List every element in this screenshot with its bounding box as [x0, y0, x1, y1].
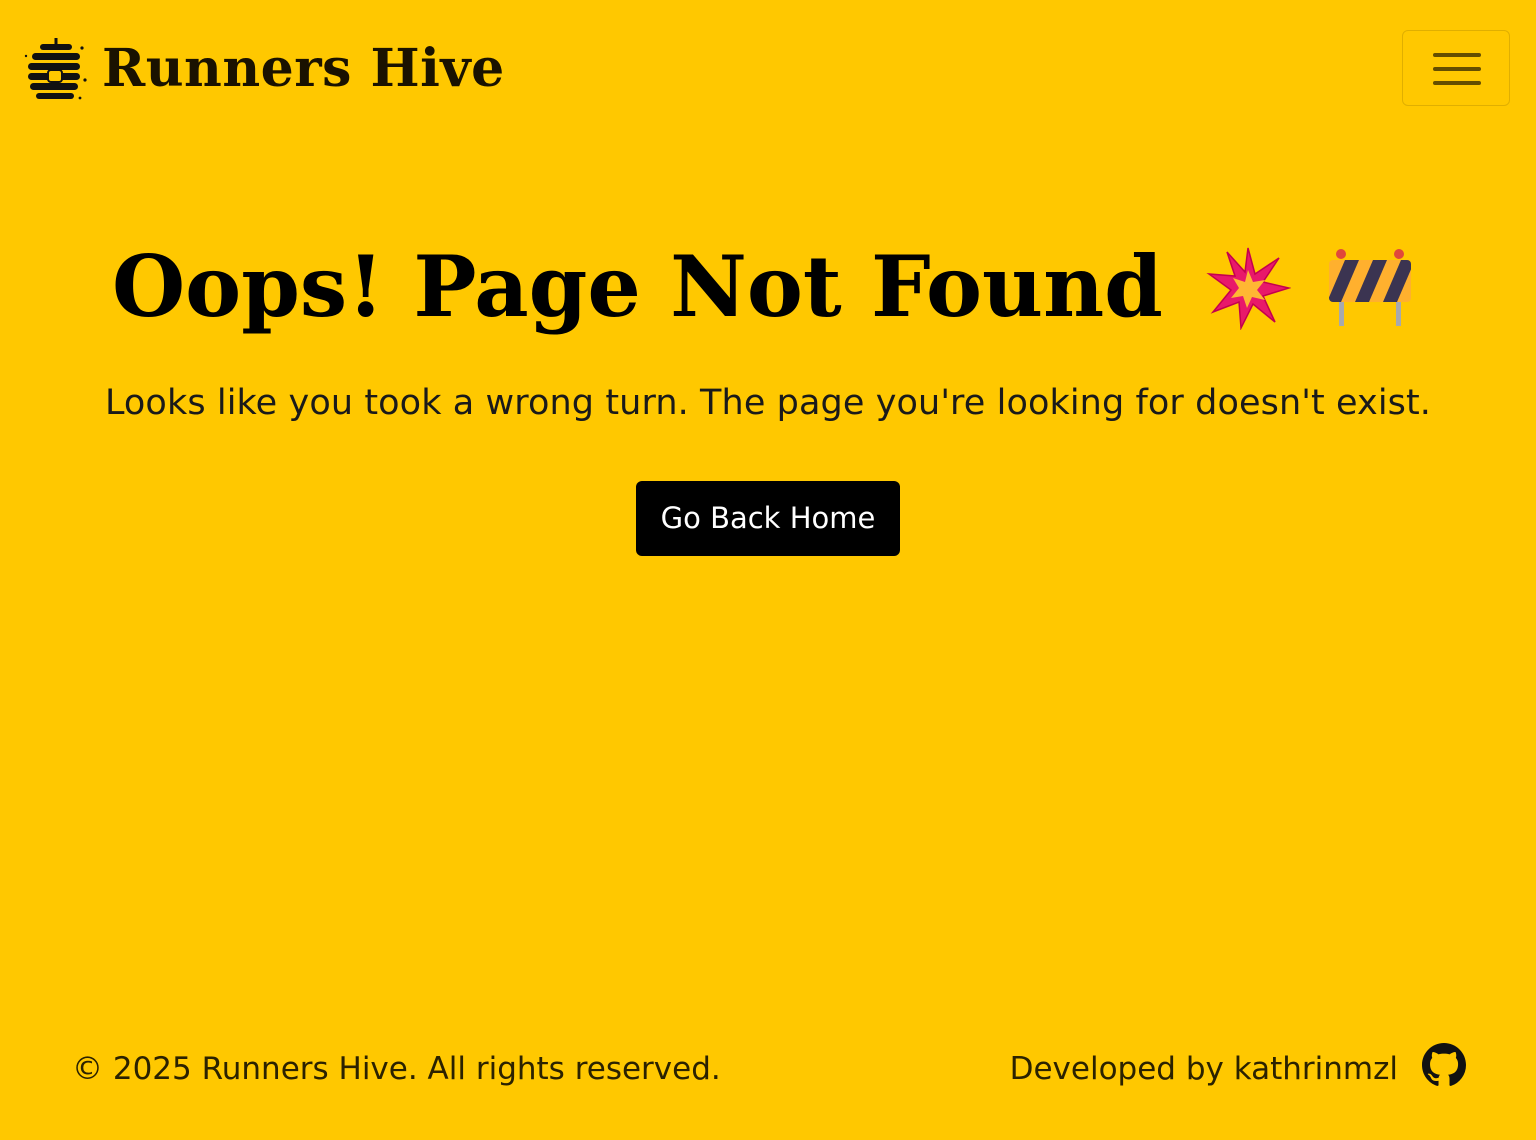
brand-link[interactable]: Runners Hive — [24, 36, 505, 102]
construction-barrier-icon — [1328, 249, 1411, 326]
copyright-text: © 2025 Runners Hive. All rights reserved… — [72, 1051, 721, 1087]
github-link[interactable] — [1422, 1043, 1466, 1087]
developer-credit: Developed by kathrinmzl — [1009, 1051, 1398, 1087]
page-title-row: Oops! Page Not Found — [112, 232, 1413, 342]
page-title: Oops! Page Not Found — [112, 237, 1163, 336]
footer: © 2025 Runners Hive. All rights reserved… — [0, 1030, 1536, 1110]
page-subtitle: Looks like you took a wrong turn. The pa… — [104, 383, 1432, 423]
menu-toggle-button[interactable] — [1402, 30, 1510, 106]
beehive-icon — [24, 38, 87, 100]
collision-icon — [1206, 247, 1291, 330]
hamburger-menu-icon — [1433, 53, 1481, 85]
brand-name: Runners Hive — [102, 38, 505, 99]
navbar: Runners Hive — [0, 0, 1536, 140]
go-back-home-button[interactable]: Go Back Home — [636, 481, 900, 556]
github-icon — [1422, 1043, 1466, 1086]
